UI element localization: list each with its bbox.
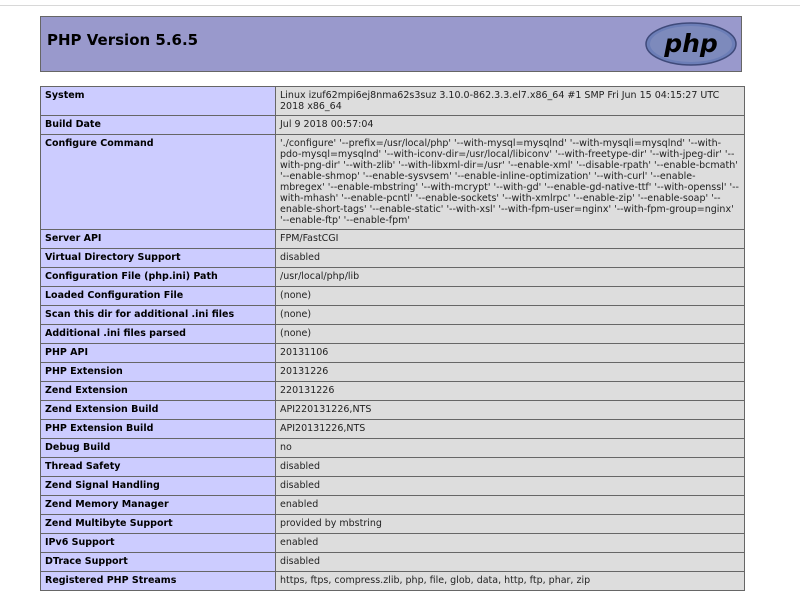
table-row: IPv6 Support enabled [40, 533, 745, 553]
row-key: Zend Multibyte Support [40, 514, 276, 534]
table-row: Debug Build no [40, 438, 745, 458]
table-row: Zend Signal Handling disabled [40, 476, 745, 496]
table-row: PHP API 20131106 [40, 343, 745, 363]
row-value: (none) [275, 324, 745, 344]
row-key: Configure Command [40, 134, 276, 230]
row-value: (none) [275, 286, 745, 306]
table-row: Configure Command './configure' '--prefix… [40, 134, 745, 230]
table-row: Virtual Directory Support disabled [40, 248, 745, 268]
row-value: enabled [275, 533, 745, 553]
row-value: disabled [275, 457, 745, 477]
row-key: Additional .ini files parsed [40, 324, 276, 344]
table-row: Zend Extension Build API220131226,NTS [40, 400, 745, 420]
table-row: Server API FPM/FastCGI [40, 229, 745, 249]
row-value: disabled [275, 552, 745, 572]
row-key: System [40, 86, 276, 116]
table-row: Scan this dir for additional .ini files(… [40, 305, 745, 325]
row-key: IPv6 Support [40, 533, 276, 553]
table-row: Configuration File (php.ini) Path/usr/lo… [40, 267, 745, 287]
row-value: FPM/FastCGI [275, 229, 745, 249]
row-value: 220131226 [275, 381, 745, 401]
row-value: (none) [275, 305, 745, 325]
php-logo-text: php [663, 29, 718, 58]
row-value: disabled [275, 248, 745, 268]
table-row: PHP Extension Build API20131226,NTS [40, 419, 745, 439]
table-row: Zend Multibyte Support provided by mbstri… [40, 514, 745, 534]
row-key: PHP Extension [40, 362, 276, 382]
row-value: enabled [275, 495, 745, 515]
row-value: /usr/local/php/lib [275, 267, 745, 287]
row-key: DTrace Support [40, 552, 276, 572]
row-key: Zend Extension Build [40, 400, 276, 420]
row-key: Registered PHP Streams [40, 571, 276, 591]
row-value: Linux izuf62mpi6ej8nma62s3suz 3.10.0-862… [275, 86, 745, 116]
table-row: Registered PHP Streams https, ftps, compr… [40, 571, 745, 591]
table-row: Loaded Configuration File (none) [40, 286, 745, 306]
table-row: Zend Extension 220131226 [40, 381, 745, 401]
row-key: PHP Extension Build [40, 419, 276, 439]
row-key: PHP API [40, 343, 276, 363]
row-key: Zend Signal Handling [40, 476, 276, 496]
row-key: Thread Safety [40, 457, 276, 477]
php-info-table: System Linux izuf62mpi6ej8nma62s3suz 3.10… [40, 86, 745, 591]
row-value: 20131226 [275, 362, 745, 382]
browser-top-edge [0, 0, 800, 6]
table-row: Thread Safety disabled [40, 457, 745, 477]
table-row: Zend Memory Manager enabled [40, 495, 745, 515]
row-key: Loaded Configuration File [40, 286, 276, 306]
row-value: API20131226,NTS [275, 419, 745, 439]
row-key: Server API [40, 229, 276, 249]
row-key: Zend Memory Manager [40, 495, 276, 515]
row-key: Build Date [40, 115, 276, 135]
page-title: PHP Version 5.6.5 [47, 31, 199, 49]
row-key: Zend Extension [40, 381, 276, 401]
php-logo: php [645, 22, 737, 66]
row-key: Scan this dir for additional .ini files [40, 305, 276, 325]
table-row: System Linux izuf62mpi6ej8nma62s3suz 3.10… [40, 86, 745, 116]
table-row: Build Date Jul 9 2018 00:57:04 [40, 115, 745, 135]
row-value: 20131106 [275, 343, 745, 363]
row-value: API220131226,NTS [275, 400, 745, 420]
php-header-banner: PHP Version 5.6.5 php [40, 16, 742, 72]
row-value: provided by mbstring [275, 514, 745, 534]
row-key: Virtual Directory Support [40, 248, 276, 268]
row-value: './configure' '--prefix=/usr/local/php' … [275, 134, 745, 230]
row-value: Jul 9 2018 00:57:04 [275, 115, 745, 135]
table-row: PHP Extension 20131226 [40, 362, 745, 382]
table-row: Additional .ini files parsed (none) [40, 324, 745, 344]
row-value: no [275, 438, 745, 458]
row-key: Debug Build [40, 438, 276, 458]
row-value: disabled [275, 476, 745, 496]
row-key: Configuration File (php.ini) Path [40, 267, 276, 287]
row-value: https, ftps, compress.zlib, php, file, g… [275, 571, 745, 591]
table-row: DTrace Support disabled [40, 552, 745, 572]
